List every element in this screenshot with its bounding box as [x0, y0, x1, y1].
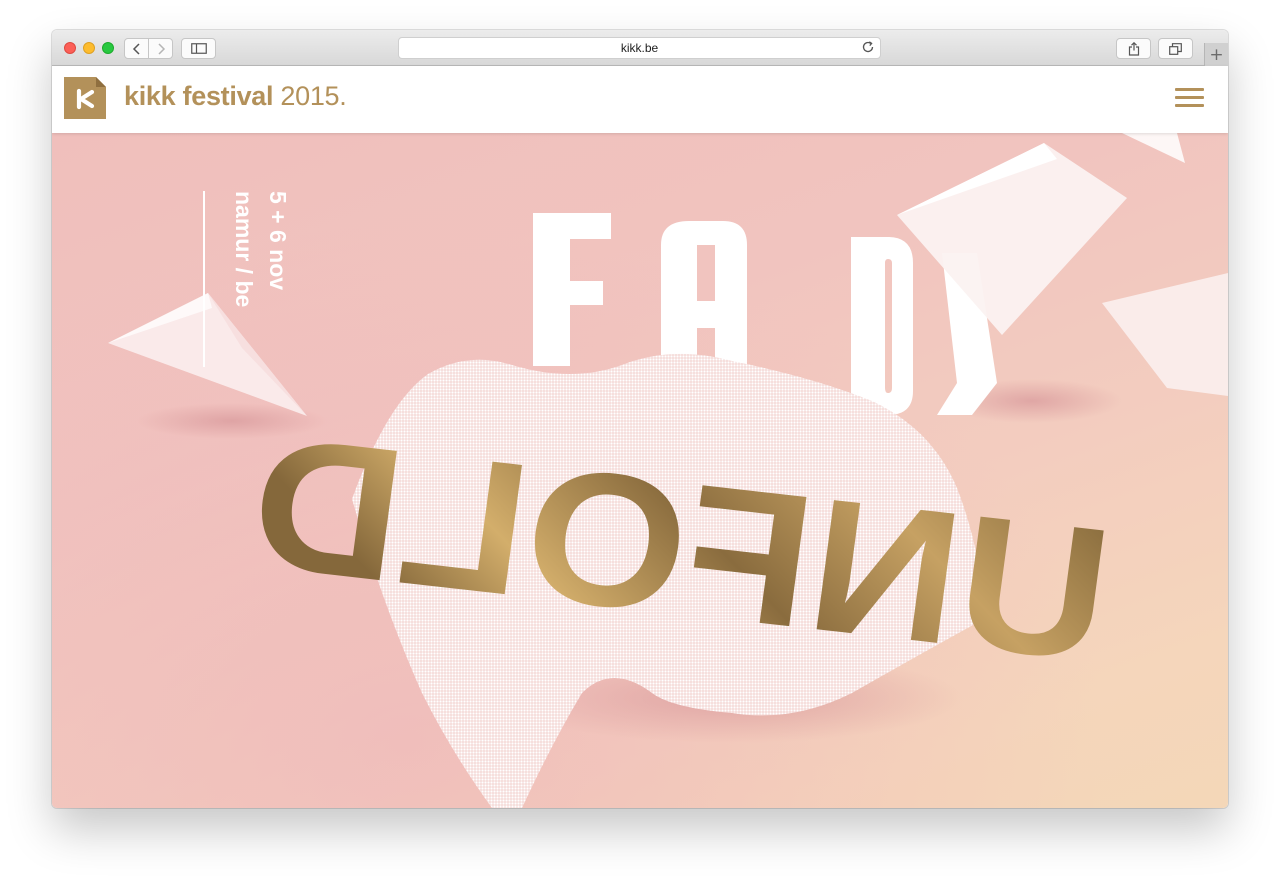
- tabs-icon: [1169, 42, 1182, 55]
- unfold-artwork: UNFOLD: [108, 133, 1228, 808]
- plus-icon: +: [1209, 44, 1224, 65]
- reload-icon: [862, 41, 874, 53]
- brand-year: 2015.: [280, 81, 347, 111]
- hamburger-icon-bar: [1175, 96, 1204, 99]
- address-bar[interactable]: kikk.be: [398, 37, 881, 59]
- forward-button[interactable]: [148, 38, 173, 59]
- new-tab-button[interactable]: +: [1204, 43, 1228, 66]
- share-icon: [1128, 41, 1139, 56]
- kikk-logo[interactable]: [64, 77, 106, 119]
- browser-toolbar: kikk.be +: [52, 30, 1228, 66]
- menu-button[interactable]: [1175, 88, 1204, 110]
- event-date: 5 + 6 nov: [265, 191, 291, 291]
- brand-title[interactable]: kikk festival 2015.: [124, 81, 347, 112]
- chevron-left-icon: [132, 42, 140, 55]
- sidebar-icon: [190, 43, 207, 54]
- date-divider: [203, 191, 205, 367]
- kikk-logo-icon: [64, 77, 106, 119]
- hero-banner: UNFOLD 5 + 6 nov namur / be: [52, 133, 1228, 808]
- brand-name: kikk festival: [124, 81, 274, 111]
- sidebar-toggle-button[interactable]: [181, 38, 216, 59]
- hamburger-icon-bar: [1175, 104, 1204, 107]
- hamburger-icon-bar: [1175, 88, 1204, 91]
- show-tabs-button[interactable]: [1158, 38, 1193, 59]
- event-dates: 5 + 6 nov namur / be: [231, 191, 292, 361]
- share-button[interactable]: [1116, 38, 1151, 59]
- close-window-button[interactable]: [64, 42, 76, 54]
- minimize-window-button[interactable]: [83, 42, 95, 54]
- paper-fold-right: [897, 133, 1228, 396]
- url-text: kikk.be: [620, 41, 659, 55]
- zoom-window-button[interactable]: [102, 42, 114, 54]
- site-header: kikk festival 2015.: [52, 66, 1228, 133]
- reload-button[interactable]: [861, 40, 875, 59]
- event-location: namur / be: [231, 191, 257, 308]
- chevron-right-icon: [157, 42, 165, 55]
- back-button[interactable]: [124, 38, 149, 59]
- browser-window: kikk.be + kikk festival 2015. UNFOLD 5 +…: [52, 30, 1228, 808]
